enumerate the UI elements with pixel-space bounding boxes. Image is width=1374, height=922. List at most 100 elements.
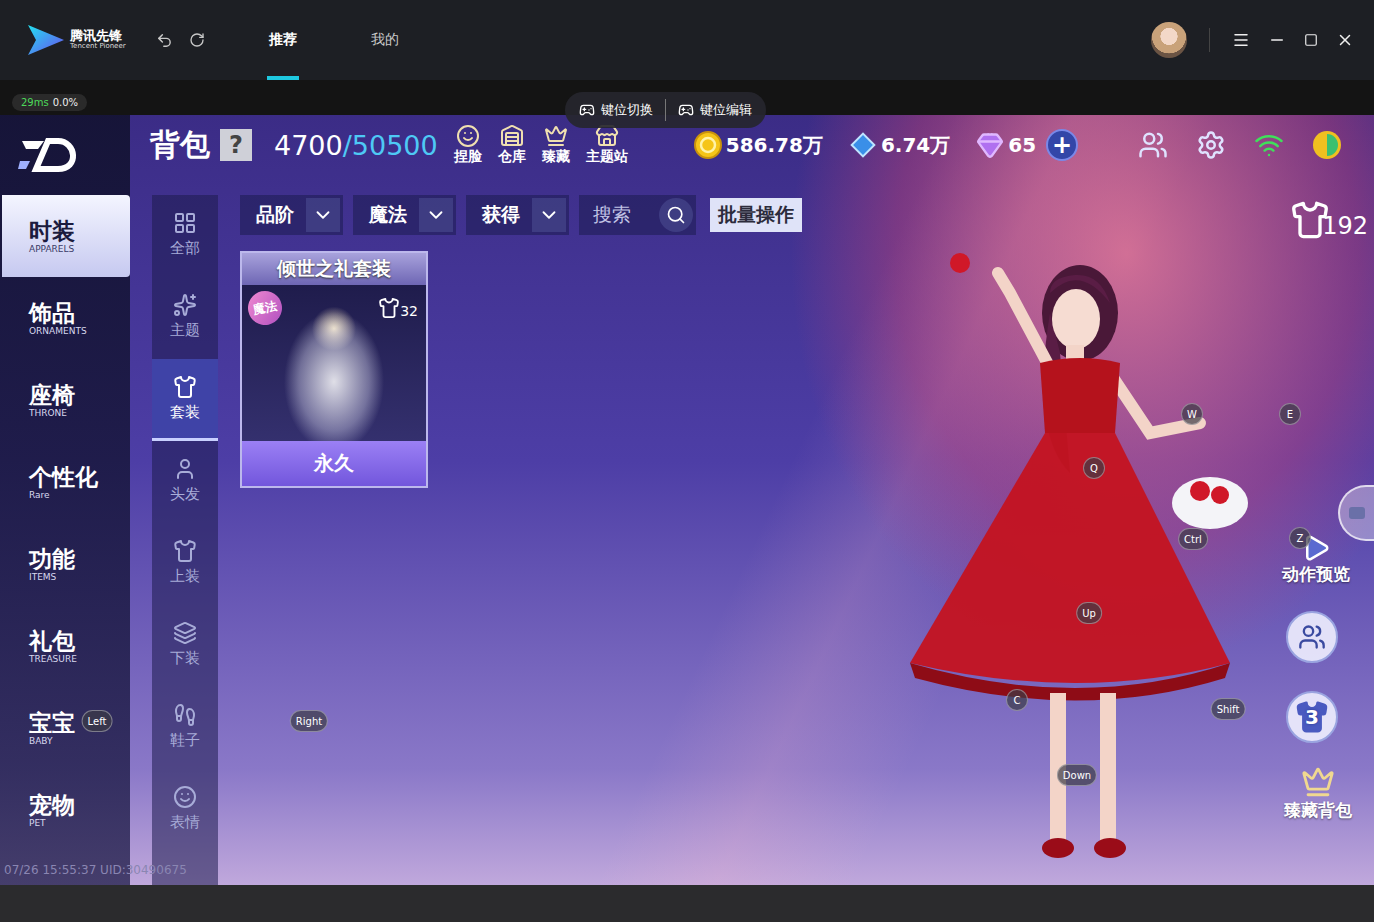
- subcategory-item[interactable]: 鞋子: [152, 687, 218, 769]
- subcategory-icon: [173, 785, 197, 809]
- search-icon: [666, 205, 686, 225]
- shortcut-button[interactable]: 主题站: [586, 124, 628, 166]
- shortcut-icon: [544, 124, 568, 148]
- outfit-counter[interactable]: 192: [1290, 200, 1368, 240]
- category-item[interactable]: 功能ITEMS: [2, 523, 130, 605]
- app-name: 腾讯先锋: [70, 29, 126, 43]
- subcategory-item[interactable]: 上装: [152, 523, 218, 605]
- filter-dropdown[interactable]: 魔法: [353, 195, 456, 235]
- shortcut-icon: [456, 124, 480, 148]
- latency-badge: 29ms0.0%: [12, 94, 87, 111]
- divider: [1209, 28, 1210, 52]
- subcategory-item[interactable]: 头发: [152, 441, 218, 523]
- filter-bar: 品阶魔法获得搜索批量操作: [240, 195, 1374, 235]
- settings-icon[interactable]: [1196, 130, 1226, 160]
- subcategory-item[interactable]: 主题: [152, 277, 218, 359]
- subcategory-item[interactable]: 表情: [152, 769, 218, 851]
- currency: 586.78万: [694, 131, 823, 159]
- key-hint[interactable]: C: [1006, 689, 1028, 711]
- subcategory-icon: [173, 703, 197, 727]
- chevron-down-icon: [425, 204, 447, 226]
- title-bar: 腾讯先锋Tencent Pioneer 推荐我的: [0, 0, 1374, 80]
- tab-bar: 推荐我的: [267, 0, 401, 80]
- filter-dropdown[interactable]: 品阶: [240, 195, 343, 235]
- keymap-switch-button[interactable]: 键位切换: [579, 101, 653, 119]
- pioneer-logo-icon: [24, 23, 66, 57]
- item-name: 倾世之礼套装: [242, 253, 426, 285]
- batch-button[interactable]: 批量操作: [710, 198, 802, 232]
- category-item[interactable]: 座椅THRONE: [2, 359, 130, 441]
- gamepad-icon: [678, 102, 694, 118]
- diamond-icon: [976, 131, 1004, 159]
- keymap-panel: 键位切换 键位编辑: [565, 92, 766, 128]
- key-hint[interactable]: Down: [1057, 764, 1097, 786]
- subcategory-icon: [173, 375, 197, 399]
- key-hint[interactable]: Q: [1083, 457, 1105, 479]
- back-icon[interactable]: [156, 32, 173, 49]
- gamepad-icon: [579, 102, 595, 118]
- subcategory-icon: [173, 293, 197, 317]
- key-hint[interactable]: Right: [290, 710, 328, 732]
- search-field[interactable]: 搜索: [579, 195, 696, 235]
- category-item[interactable]: 礼包TREASURE: [2, 605, 130, 687]
- menu-icon[interactable]: [1232, 31, 1250, 49]
- key-hint[interactable]: Z: [1289, 527, 1311, 549]
- help-button[interactable]: ?: [220, 129, 252, 161]
- key-hint[interactable]: Shift: [1211, 698, 1246, 720]
- key-hint[interactable]: Ctrl: [1178, 528, 1208, 550]
- app-window: 腾讯先锋Tencent Pioneer 推荐我的 29ms0.0% 键位切换 键位编辑时…: [0, 0, 1374, 922]
- subcategory-icon: [173, 457, 197, 481]
- recharge-button[interactable]: +: [1046, 129, 1078, 161]
- bottom-bar: [0, 885, 1374, 922]
- status-orb-icon[interactable]: [1312, 130, 1342, 160]
- subcategory-icon: [173, 211, 197, 235]
- category-item[interactable]: 个性化Rare: [2, 441, 130, 523]
- side-drawer-tab[interactable]: [1338, 485, 1374, 541]
- key-hint[interactable]: Left: [82, 710, 113, 732]
- item-card[interactable]: 倾世之礼套装魔法32永久: [240, 251, 428, 488]
- subcategory-item[interactable]: 全部: [152, 195, 218, 277]
- item-duration: 永久: [242, 441, 426, 486]
- user-avatar[interactable]: [1151, 22, 1187, 58]
- shortcut-button[interactable]: 捏脸: [454, 124, 482, 166]
- side-action-button[interactable]: 臻藏背包: [1284, 765, 1352, 822]
- coin-icon: [694, 131, 722, 159]
- key-hint[interactable]: Up: [1076, 602, 1102, 624]
- minimize-icon[interactable]: [1268, 31, 1286, 49]
- chevron-down-icon: [312, 204, 334, 226]
- maximize-icon[interactable]: [1304, 33, 1318, 47]
- category-item[interactable]: 宝宝BABY: [2, 687, 130, 769]
- shortcut-button[interactable]: 臻藏: [542, 124, 570, 166]
- currency: 6.74万: [849, 131, 950, 159]
- category-item[interactable]: 时装APPARELS: [2, 195, 130, 277]
- key-hint[interactable]: W: [1181, 403, 1203, 425]
- close-icon[interactable]: [1336, 31, 1354, 49]
- app-subtitle: Tencent Pioneer: [70, 43, 126, 51]
- timestamp: 07/26 15:55:37 UID:30490675: [0, 863, 130, 877]
- subcategory-nav: 全部主题套装头发上装下装鞋子表情: [152, 195, 218, 885]
- chevron-down-icon: [538, 204, 560, 226]
- category-nav: 时装APPARELS饰品ORNAMENTS座椅THRONE个性化Rare功能IT…: [0, 115, 130, 885]
- game-logo-icon: [18, 135, 84, 175]
- item-count: 32: [378, 297, 418, 319]
- shortcut-button[interactable]: 仓库: [498, 124, 526, 166]
- tab[interactable]: 我的: [369, 0, 401, 80]
- friends-icon[interactable]: [1138, 130, 1168, 160]
- side-action-button[interactable]: [1286, 611, 1338, 663]
- key-hint[interactable]: E: [1279, 403, 1301, 425]
- shirt-icon: [378, 297, 400, 319]
- subcategory-item[interactable]: 下装: [152, 605, 218, 687]
- filter-dropdown[interactable]: 获得: [466, 195, 569, 235]
- subcategory-icon: [173, 621, 197, 645]
- tab[interactable]: 推荐: [267, 0, 299, 80]
- currency: 65: [976, 131, 1036, 159]
- subcategory-item[interactable]: 套装: [152, 359, 218, 441]
- side-action-button[interactable]: 3: [1286, 691, 1338, 743]
- wifi-icon: [1254, 130, 1284, 160]
- capacity: 4700/50500: [274, 130, 438, 161]
- category-item[interactable]: 宠物PET: [2, 769, 130, 851]
- keymap-edit-button[interactable]: 键位编辑: [678, 101, 752, 119]
- category-item[interactable]: 饰品ORNAMENTS: [2, 277, 130, 359]
- search-button[interactable]: [659, 198, 693, 232]
- refresh-icon[interactable]: [189, 32, 205, 48]
